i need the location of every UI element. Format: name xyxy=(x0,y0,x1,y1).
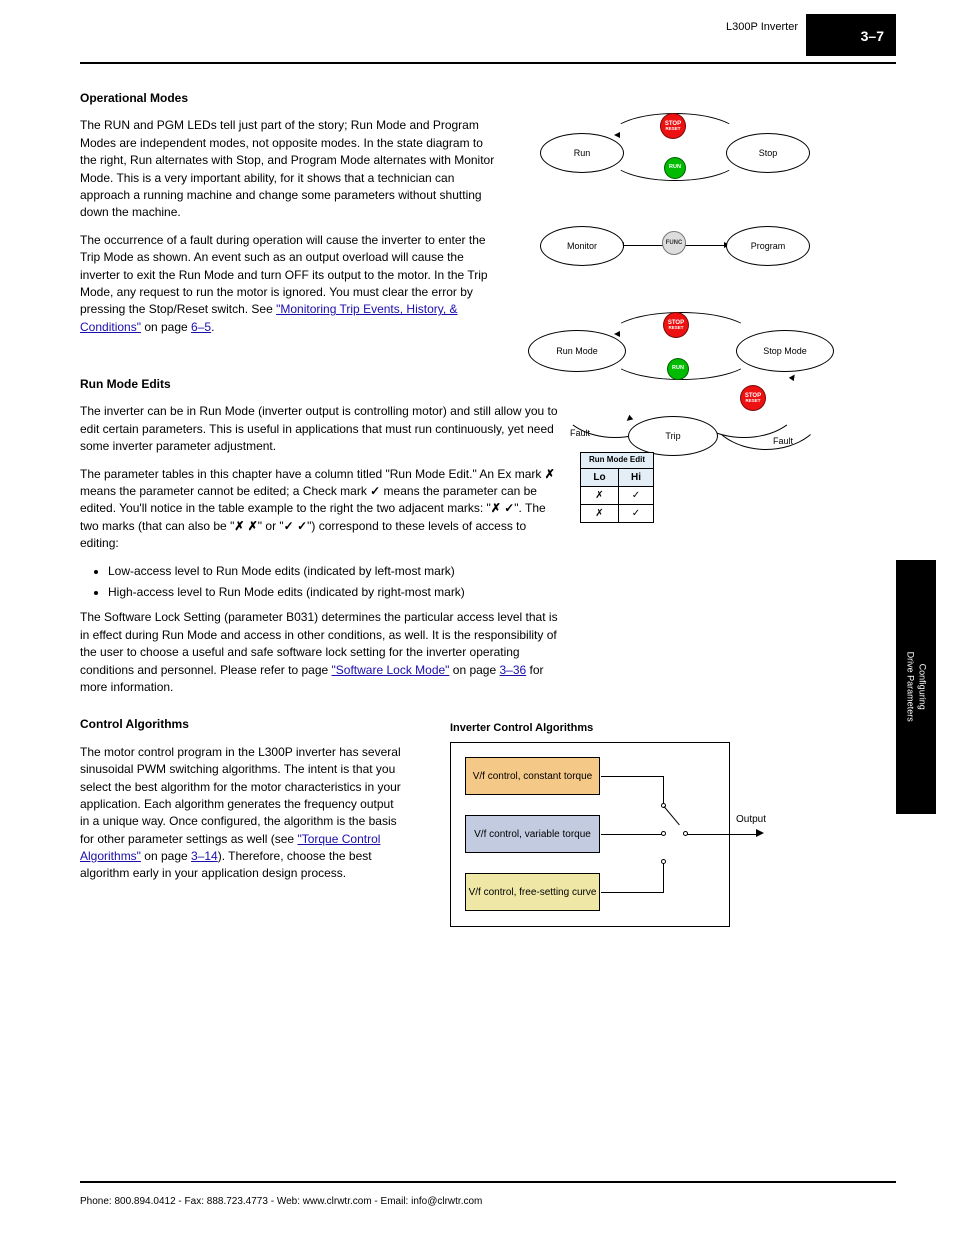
header-right-block: L300P Inverter xyxy=(726,20,798,35)
func-icon: FUNC xyxy=(662,231,686,255)
cell-header-lo: Lo xyxy=(581,468,619,486)
section-title-control-algos: Control Algorithms xyxy=(80,716,405,733)
link-page-3-14[interactable]: 3–14 xyxy=(191,849,218,863)
state-run: Run xyxy=(540,133,624,173)
run-icon: RUN xyxy=(664,157,686,179)
state-run-mode: Run Mode xyxy=(528,330,626,372)
op-modes-p2: The occurrence of a fault during operati… xyxy=(80,232,500,336)
bullet-high-access: High-access level to Run Mode edits (ind… xyxy=(108,584,560,601)
cell-header-hi: Hi xyxy=(618,468,653,486)
cell-r1-hi: ✓ xyxy=(618,486,653,504)
run-mode-edits-p1: The inverter can be in Run Mode (inverte… xyxy=(80,403,560,455)
stop-reset-icon: STOP RESET xyxy=(660,113,686,139)
section-title-run-mode-edits: Run Mode Edits xyxy=(80,376,560,393)
rule-top xyxy=(80,62,896,64)
header-product: L300P Inverter xyxy=(726,21,798,33)
section-title-op-modes: Operational Modes xyxy=(80,90,500,107)
link-page-6-5[interactable]: 6–5 xyxy=(191,320,211,334)
state-program: Program xyxy=(726,226,810,266)
state-stop: Stop xyxy=(726,133,810,173)
rule-bottom xyxy=(80,1181,896,1183)
state-diagram-run-stop: Run Stop STOP RESET RUN xyxy=(530,105,820,200)
algo-block-diagram: V/f control, constant torque V/f control… xyxy=(450,742,730,927)
state-monitor: Monitor xyxy=(540,226,624,266)
control-algos-p: The motor control program in the L300P i… xyxy=(80,744,405,883)
cell-header-top: Run Mode Edit xyxy=(581,453,654,469)
footer-contact: Phone: 800.894.0412 - Fax: 888.723.4773 … xyxy=(80,1196,482,1207)
side-tab-line2: Drive Parameters xyxy=(906,652,916,722)
src-box-b: V/f control, variable torque xyxy=(465,815,600,853)
bullet-low-access: Low-access level to Run Mode edits (indi… xyxy=(108,563,560,580)
cell-r1-lo: ✗ xyxy=(581,486,619,504)
algo-block-title: Inverter Control Algorithms xyxy=(450,722,593,734)
side-tab-text: Configuring Drive Parameters xyxy=(896,560,936,814)
state-diagram-monitor-program: Monitor Program FUNC xyxy=(530,218,820,274)
op-modes-p1: The RUN and PGM LEDs tell just part of t… xyxy=(80,117,500,221)
side-tab-line1: Configuring xyxy=(918,664,928,710)
src-box-a: V/f control, constant torque xyxy=(465,757,600,795)
run-mode-edits-p2: The parameter tables in this chapter hav… xyxy=(80,466,560,553)
run-mode-edit-table: Run Mode Edit Lo Hi ✗ ✓ ✗ ✓ xyxy=(580,452,654,523)
stop-reset-icon-2: STOP RESET xyxy=(663,312,689,338)
output-arrowhead-icon xyxy=(756,829,764,837)
page-number: 3–7 xyxy=(861,28,884,44)
link-page-3-36[interactable]: 3–36 xyxy=(500,663,527,677)
cell-r2-lo: ✗ xyxy=(581,504,619,522)
cell-r2-hi: ✓ xyxy=(618,504,653,522)
link-software-lock[interactable]: "Software Lock Mode" xyxy=(332,663,450,677)
src-box-c: V/f control, free-setting curve xyxy=(465,873,600,911)
output-label: Output xyxy=(736,814,766,825)
run-mode-edits-p3: The Software Lock Setting (parameter B03… xyxy=(80,609,560,696)
